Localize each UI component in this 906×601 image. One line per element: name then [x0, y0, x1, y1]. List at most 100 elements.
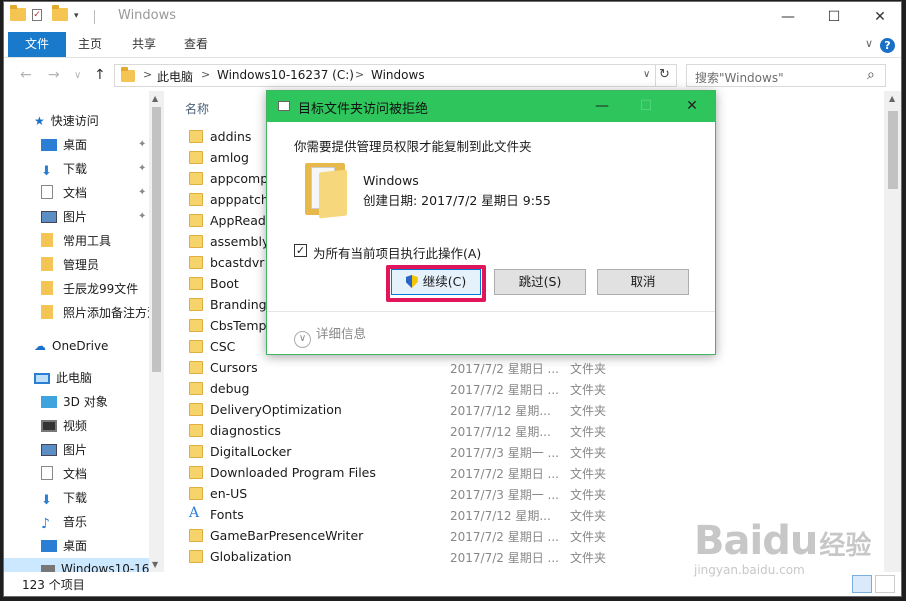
address-dropdown-icon[interactable]: ∨ — [643, 69, 650, 80]
file-date: 2017/7/3 星期一 ... — [450, 446, 559, 460]
watermark-brand: Baidu — [694, 518, 818, 564]
cancel-button[interactable]: 取消 — [597, 269, 689, 295]
file-row[interactable]: DeliveryOptimization 2017/7/12 星期... 文件夹 — [169, 400, 869, 421]
new-folder-icon[interactable] — [52, 5, 68, 24]
refresh-icon[interactable]: ↻ — [659, 67, 670, 82]
breadcrumb-separator[interactable]: > — [355, 68, 364, 81]
file-row[interactable]: DigitalLocker 2017/7/3 星期一 ... 文件夹 — [169, 442, 869, 463]
folder-icon — [189, 277, 203, 290]
pin-icon[interactable]: ✦ — [138, 139, 146, 150]
breadcrumb-drive[interactable]: Windows10-16237 (C:) — [217, 68, 354, 82]
tab-share[interactable]: 共享 — [124, 32, 164, 57]
folder-icon — [10, 5, 26, 24]
file-row[interactable]: diagnostics 2017/7/12 星期... 文件夹 — [169, 421, 869, 442]
nav-label: 此电脑 — [56, 371, 93, 385]
expand-ribbon-icon[interactable]: ∨ — [865, 37, 873, 50]
file-type: 文件夹 — [570, 488, 607, 502]
nav-item-folder-99[interactable]: 壬辰龙99文件 — [41, 278, 138, 300]
item-count: 123 个项目 — [22, 578, 85, 592]
details-toggle[interactable]: ∨ 详细信息 — [294, 323, 366, 348]
pin-icon[interactable]: ✦ — [138, 163, 146, 174]
minimize-button[interactable]: — — [765, 2, 811, 32]
nav-scroll-thumb[interactable] — [152, 107, 161, 372]
nav-item-3d-objects[interactable]: 3D 对象 — [41, 391, 108, 413]
recent-locations-button[interactable]: ∨ — [74, 70, 81, 81]
apply-all-checkbox[interactable]: ✓ — [294, 244, 307, 257]
nav-item-downloads[interactable]: ⬇ 下载 — [41, 158, 87, 180]
content-scroll-thumb[interactable] — [888, 111, 898, 189]
forward-button[interactable]: → — [48, 67, 60, 83]
nav-item-pc-desktop[interactable]: 桌面 — [41, 535, 87, 557]
scroll-up-icon[interactable]: ▲ — [152, 94, 158, 103]
large-icons-view-button[interactable] — [875, 575, 895, 593]
dialog-title: 目标文件夹访问被拒绝 — [298, 102, 429, 117]
dialog-close-button[interactable]: ✕ — [669, 91, 715, 122]
file-name: Fonts — [210, 507, 244, 522]
nav-item-pc-downloads[interactable]: ⬇ 下载 — [41, 487, 87, 509]
file-row[interactable]: debug 2017/7/2 星期日 ... 文件夹 — [169, 379, 869, 400]
nav-item-documents[interactable]: 文档 — [41, 182, 87, 204]
scroll-up-icon[interactable]: ▲ — [889, 94, 895, 103]
pictures-icon — [41, 211, 57, 223]
nav-item-pc-documents[interactable]: 文档 — [41, 463, 87, 485]
tab-view[interactable]: 查看 — [176, 32, 216, 57]
file-name: debug — [210, 381, 250, 396]
nav-item-pc-pictures[interactable]: 图片 — [41, 439, 87, 461]
nav-item-videos[interactable]: 视频 — [41, 415, 87, 437]
nav-onedrive[interactable]: ☁ OneDrive — [34, 335, 108, 357]
file-name: DigitalLocker — [210, 444, 292, 459]
continue-button[interactable]: 继续(C) — [391, 269, 481, 295]
nav-item-photo-notes[interactable]: 照片添加备注方法 — [41, 302, 159, 324]
content-scrollbar[interactable]: ▲ — [884, 91, 901, 572]
search-icon[interactable]: ⌕ — [867, 67, 875, 83]
folder-icon — [189, 340, 203, 353]
nav-item-music[interactable]: ♪ 音乐 — [41, 511, 87, 533]
customize-quick-access-icon[interactable]: ▾ — [74, 11, 88, 27]
file-date: 2017/7/12 星期... — [450, 425, 551, 439]
file-name: apppatch — [210, 192, 269, 207]
breadcrumb-this-pc[interactable]: 此电脑 — [157, 68, 193, 85]
tab-file[interactable]: 文件 — [8, 32, 66, 57]
nav-this-pc[interactable]: 此电脑 — [34, 367, 92, 389]
nav-item-desktop[interactable]: 桌面 — [41, 134, 87, 156]
breadcrumb-separator[interactable]: > — [143, 68, 152, 81]
details-view-button[interactable] — [852, 575, 872, 593]
nav-label: 音乐 — [63, 515, 88, 529]
breadcrumb-windows[interactable]: Windows — [371, 68, 425, 82]
file-row[interactable]: Downloaded Program Files 2017/7/2 星期日 ...… — [169, 463, 869, 484]
nav-label: 下载 — [63, 491, 88, 505]
address-bar[interactable]: > 此电脑 > Windows10-16237 (C:) > Windows ∨… — [114, 64, 677, 87]
breadcrumb-separator[interactable]: > — [201, 68, 210, 81]
nav-item-admin[interactable]: 管理员 — [41, 254, 99, 276]
back-button[interactable]: ← — [20, 67, 32, 83]
scroll-down-icon[interactable]: ▼ — [152, 560, 158, 569]
pin-icon[interactable]: ✦ — [138, 187, 146, 198]
folder-icon — [121, 67, 135, 85]
nav-scrollbar[interactable]: ▲ ▼ — [149, 91, 164, 572]
tab-home[interactable]: 主页 — [70, 32, 110, 57]
skip-button[interactable]: 跳过(S) — [494, 269, 586, 295]
nav-item-pictures[interactable]: 图片 — [41, 206, 87, 228]
folder-icon — [189, 298, 203, 311]
close-button[interactable]: ✕ — [857, 2, 901, 32]
nav-label: 文档 — [63, 467, 88, 481]
folder-icon — [189, 445, 203, 458]
nav-item-common-tools[interactable]: 常用工具 — [41, 230, 111, 252]
up-button[interactable]: ↑ — [94, 67, 106, 83]
properties-icon[interactable]: ✓ — [32, 9, 42, 21]
column-header-name[interactable]: 名称 — [185, 100, 209, 117]
dialog-minimize-button[interactable]: — — [579, 91, 625, 122]
search-input[interactable]: 搜索"Windows" ⌕ — [686, 64, 886, 87]
nav-quick-access[interactable]: ★ 快速访问 — [34, 110, 99, 132]
maximize-button[interactable]: ☐ — [811, 2, 857, 32]
file-row[interactable]: Cursors 2017/7/2 星期日 ... 文件夹 — [169, 358, 869, 379]
help-icon[interactable]: ? — [880, 38, 895, 53]
nav-label: 壬辰龙99文件 — [63, 282, 139, 296]
pin-icon[interactable]: ✦ — [138, 211, 146, 222]
divider — [94, 10, 95, 24]
apply-all-label[interactable]: 为所有当前项目执行此操作(A) — [313, 243, 481, 262]
file-name: Boot — [210, 276, 239, 291]
file-row[interactable]: en-US 2017/7/3 星期一 ... 文件夹 — [169, 484, 869, 505]
nav-label: 管理员 — [63, 258, 100, 272]
folder-icon — [189, 256, 203, 269]
